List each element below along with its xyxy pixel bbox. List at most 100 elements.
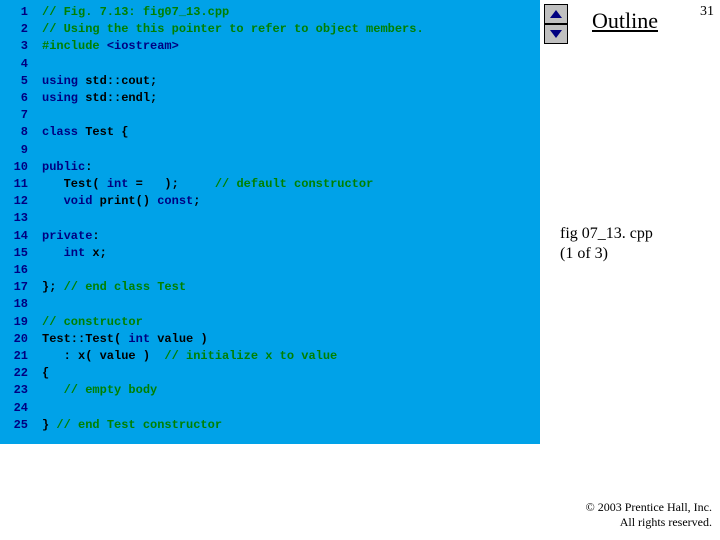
line-number: 20 [0,331,30,348]
arrow-up-icon [550,10,562,18]
code-line: 21 : x( value ) // initialize x to value [0,348,540,365]
code-line: 3#include <iostream> [0,38,540,55]
file-label: fig 07_13. cpp (1 of 3) [560,224,653,264]
code-content: void print() const; [30,193,200,210]
code-content [30,107,42,124]
code-token: // empty body [64,383,158,397]
code-content: using std::endl; [30,90,157,107]
code-token: Test( [42,177,107,191]
code-line: 23 // empty body [0,382,540,399]
code-token: public [42,160,85,174]
code-token: private [42,229,92,243]
code-line: 11 Test( int = ); // default constructor [0,176,540,193]
code-line: 2 // Using the this pointer to refer to o… [0,21,540,38]
code-content [30,296,42,313]
line-number: 15 [0,245,30,262]
line-number: 17 [0,279,30,296]
line-number: 14 [0,228,30,245]
code-line: 15 int x; [0,245,540,262]
code-content: private: [30,228,100,245]
line-number: 25 [0,417,30,434]
code-content: : x( value ) // initialize x to value [30,348,337,365]
code-token: Test::Test( [42,332,128,346]
code-token: int [107,177,129,191]
line-number: 4 [0,56,30,73]
code-token: // default constructor [215,177,373,191]
code-token: // constructor [42,315,143,329]
code-line: 14private: [0,228,540,245]
line-number: 1 [0,4,30,21]
code-token: } [42,418,56,432]
code-line: 16 [0,262,540,279]
code-content: } // end Test constructor [30,417,222,434]
line-number: 12 [0,193,30,210]
page-number: 31 [700,4,714,20]
code-content: { [30,365,49,382]
code-content [30,56,42,73]
code-content: using std::cout; [30,73,157,90]
code-token: // Using the this pointer to refer to ob… [42,22,424,36]
code-token: value ) [150,332,208,346]
right-panel: Outline 31 fig 07_13. cpp (1 of 3) [540,0,720,540]
code-token: }; [42,280,64,294]
code-content [30,210,42,227]
code-line: 19 // constructor [0,314,540,331]
code-token: // initialize x to value [164,349,337,363]
code-line: 22{ [0,365,540,382]
line-number: 18 [0,296,30,313]
code-area: 1 // Fig. 7.13: fig07_13.cpp 2 // Using the… [0,0,540,444]
code-content [30,400,42,417]
file-label-name: fig 07_13. cpp [560,225,653,242]
code-token: class [42,125,85,139]
code-token: : [92,229,99,243]
code-token [42,194,64,208]
code-line: 24 [0,400,540,417]
code-line: 8class Test { [0,124,540,141]
code-token: = ); [128,177,214,191]
code-line: 17}; // end class Test [0,279,540,296]
code-token: using [42,74,85,88]
line-number: 5 [0,73,30,90]
arrow-down-icon [550,30,562,38]
line-number: 13 [0,210,30,227]
code-token: int [128,332,150,346]
line-number: 7 [0,107,30,124]
code-token: print() [92,194,157,208]
code-token: std::endl; [85,91,157,105]
line-number: 24 [0,400,30,417]
outline-link[interactable]: Outline [592,8,658,34]
code-token: : [85,160,92,174]
code-line: 4 [0,56,540,73]
line-number: 8 [0,124,30,141]
code-token: <iostream> [107,39,179,53]
nav-prev-button[interactable] [544,4,568,24]
line-number: 19 [0,314,30,331]
code-token: #include [42,39,107,53]
file-label-part: (1 of 3) [560,245,608,262]
line-number: 6 [0,90,30,107]
code-token: // end Test constructor [56,418,222,432]
code-content [30,262,42,279]
code-content: }; // end class Test [30,279,186,296]
code-token: int [64,246,86,260]
code-token: const [157,194,193,208]
nav-next-button[interactable] [544,24,568,44]
line-number: 16 [0,262,30,279]
code-line: 7 [0,107,540,124]
copyright: © 2003 Prentice Hall, Inc. All rights re… [586,500,712,530]
code-token: // Fig. 7.13: fig07_13.cpp [42,5,229,19]
code-line: 1 // Fig. 7.13: fig07_13.cpp [0,4,540,21]
code-token [42,383,64,397]
code-token: ; [193,194,200,208]
code-token: // end class Test [64,280,186,294]
code-content: // empty body [30,382,157,399]
code-content: class Test { [30,124,128,141]
nav-buttons [544,4,572,44]
code-token: : x( value ) [42,349,164,363]
line-number: 3 [0,38,30,55]
code-token: Test { [85,125,128,139]
line-number: 2 [0,21,30,38]
code-token: using [42,91,85,105]
code-content: #include <iostream> [30,38,179,55]
code-token: x; [85,246,107,260]
